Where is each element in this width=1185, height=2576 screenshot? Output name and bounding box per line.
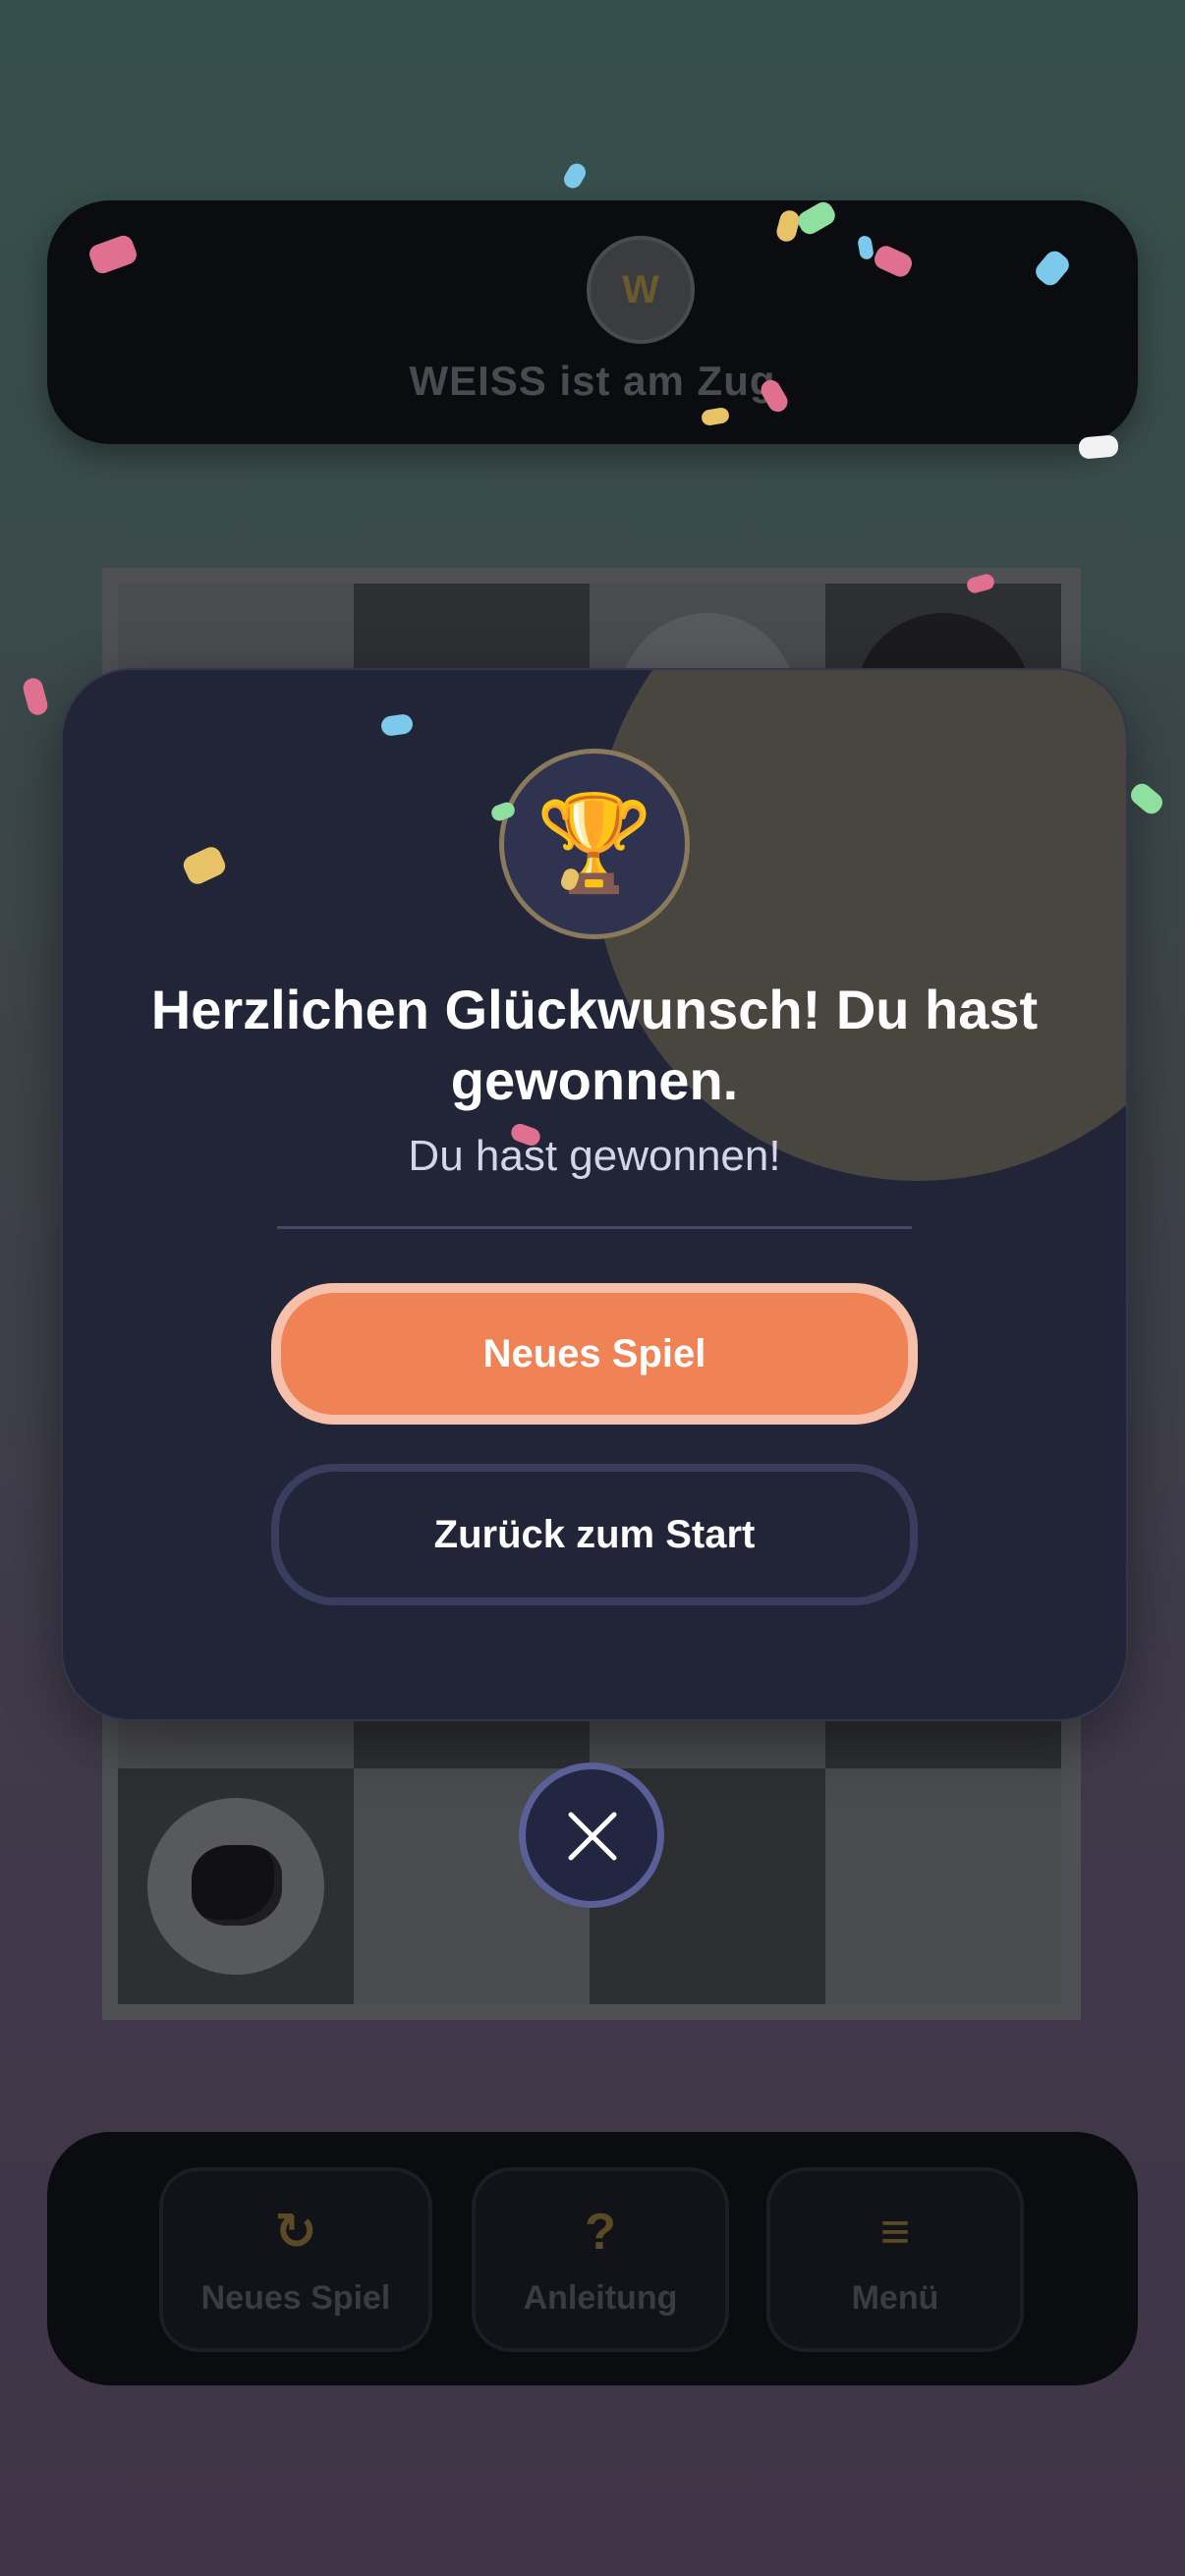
close-dialog-button[interactable]: [519, 1763, 664, 1908]
help-icon: ?: [585, 2204, 616, 2261]
rock-piece[interactable]: [147, 1798, 324, 1975]
nav-label: Anleitung: [523, 2279, 678, 2317]
nav-label: Neues Spiel: [200, 2279, 391, 2317]
board-cell[interactable]: [825, 1768, 1061, 2004]
nav-help-button[interactable]: ? Anleitung: [472, 2167, 729, 2352]
trophy-icon: 🏆: [536, 791, 653, 896]
rock-icon: [192, 1845, 282, 1926]
close-icon: [568, 1812, 617, 1861]
menu-icon: ≡: [879, 2204, 911, 2261]
player-initial: W: [622, 267, 659, 311]
nav-new-game-button[interactable]: ↻ Neues Spiel: [159, 2167, 432, 2352]
new-game-button[interactable]: Neues Spiel: [271, 1283, 918, 1425]
nav-menu-button[interactable]: ≡ Menü: [766, 2167, 1024, 2352]
dialog-subtitle: Du hast gewonnen!: [408, 1132, 781, 1180]
player-avatar: W: [587, 236, 695, 344]
turn-status-panel: W WEISS ist am Zug: [47, 200, 1138, 444]
trophy-badge: 🏆: [499, 749, 690, 939]
confetti: [1078, 434, 1119, 460]
confetti: [21, 676, 50, 717]
board-cell[interactable]: [118, 1768, 354, 2004]
divider: [277, 1226, 912, 1229]
turn-indicator-text: WEISS ist am Zug: [409, 358, 776, 404]
confetti: [560, 160, 590, 192]
restart-icon: ↻: [274, 2204, 317, 2261]
win-dialog: 🏆 Herzlichen Glückwunsch! Du hast gewonn…: [61, 668, 1128, 1721]
nav-label: Menü: [851, 2279, 939, 2317]
back-to-start-button[interactable]: Zurück zum Start: [271, 1464, 918, 1605]
confetti: [1126, 779, 1167, 818]
bottom-navigation: ↻ Neues Spiel ? Anleitung ≡ Menü: [47, 2132, 1138, 2385]
dialog-title: Herzlichen Glückwunsch! Du hast gewonnen…: [150, 979, 1039, 1111]
